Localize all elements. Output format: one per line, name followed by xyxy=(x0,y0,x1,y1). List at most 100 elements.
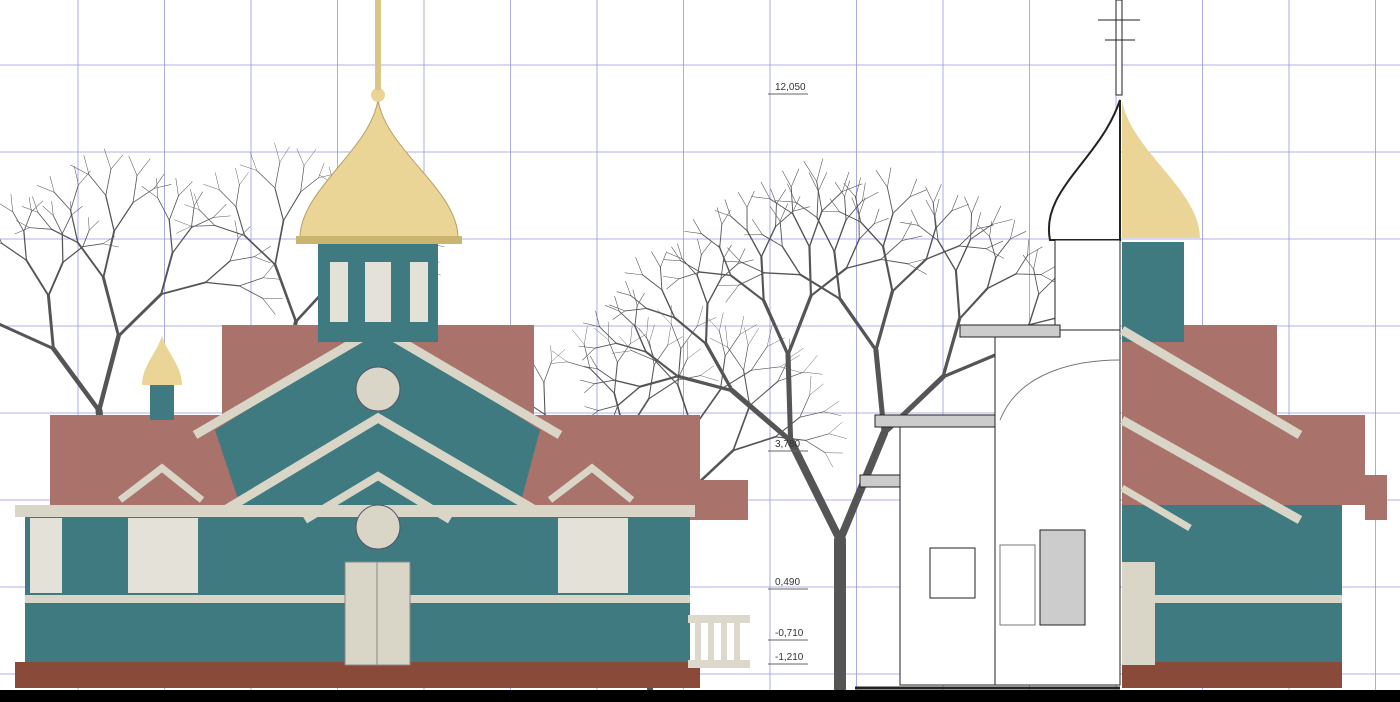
tree-branch xyxy=(649,325,655,343)
tree-branch xyxy=(862,191,879,201)
tree-branch xyxy=(551,350,568,363)
tree-branch xyxy=(624,308,648,312)
tree-branch xyxy=(88,217,90,231)
elevation-mark: -1,210 xyxy=(775,652,804,663)
spire xyxy=(375,0,381,90)
tree-branch xyxy=(543,381,546,416)
tree-branch xyxy=(543,361,552,383)
tree-branch xyxy=(61,214,72,235)
tree-branch xyxy=(901,235,923,242)
tree-branch xyxy=(88,174,107,196)
tree-branch xyxy=(710,337,728,348)
tree-branch xyxy=(625,281,632,296)
tree-branch xyxy=(750,366,781,371)
tree-branch xyxy=(823,401,840,412)
tree-branch xyxy=(991,205,1002,225)
tree-branch xyxy=(23,230,28,261)
tree-branch xyxy=(1015,273,1042,276)
tree-branch xyxy=(667,327,671,346)
tree-branch xyxy=(732,404,751,452)
tree-branch xyxy=(828,433,847,439)
tree-branch xyxy=(887,167,892,188)
tree-branch xyxy=(160,281,207,296)
tree-branch xyxy=(700,375,719,382)
drum-window-right xyxy=(410,262,428,322)
drum-window-left xyxy=(330,262,348,322)
tree-branch xyxy=(971,196,979,214)
tree-branch xyxy=(723,244,732,259)
tree-branch xyxy=(737,248,746,265)
tree-branch xyxy=(706,278,722,305)
tree-branch xyxy=(584,406,599,411)
tree-branch xyxy=(925,186,934,204)
tree-branch xyxy=(70,164,90,176)
tree-branch xyxy=(792,213,811,248)
tree-branch xyxy=(50,228,79,244)
tree-branch xyxy=(874,208,880,224)
tree-branch xyxy=(213,215,231,218)
tree-branch xyxy=(88,220,100,231)
tree-branch xyxy=(624,272,643,276)
tree-branch xyxy=(194,193,200,210)
tree-branch xyxy=(615,342,647,353)
tree-branch xyxy=(235,168,240,186)
tree-branch xyxy=(769,206,781,222)
tree-branch xyxy=(36,185,55,193)
tree-branch xyxy=(989,221,992,237)
tree-branch xyxy=(958,245,987,250)
dome-ball xyxy=(371,88,385,102)
tree-branch xyxy=(727,247,742,263)
tree-branch xyxy=(274,219,285,266)
tree-branch xyxy=(995,238,1011,259)
tree-branch xyxy=(218,189,237,207)
tree-branch xyxy=(900,221,919,226)
tree-branch xyxy=(29,227,52,230)
tree-branch xyxy=(838,297,878,352)
tree-branch xyxy=(203,184,220,190)
tree-branch xyxy=(809,383,824,396)
tree-branch xyxy=(178,181,193,197)
tree-branch xyxy=(262,263,276,279)
tree-branch xyxy=(886,186,894,214)
tree-branch xyxy=(21,206,39,213)
tree-branch xyxy=(660,251,667,268)
round-window-upper xyxy=(355,366,401,412)
tree-branch xyxy=(845,258,882,269)
tree-branch xyxy=(824,452,833,468)
round-window-lower xyxy=(355,504,401,550)
tree-branch xyxy=(594,342,617,349)
tree-branch xyxy=(660,266,663,291)
tree-branch xyxy=(991,219,1013,225)
tree-branch xyxy=(70,205,83,216)
tree-branch xyxy=(1038,278,1055,295)
tree-branch xyxy=(69,209,79,244)
tree-branch xyxy=(566,361,591,369)
tree-branch xyxy=(986,273,1017,290)
tree-branch xyxy=(697,238,702,255)
tree-branch xyxy=(273,263,298,323)
tree-branch xyxy=(262,277,282,280)
tree-branch xyxy=(842,171,850,192)
tree-branch xyxy=(262,298,283,300)
church-front-elevation xyxy=(15,0,750,688)
tree-branch xyxy=(817,172,828,192)
tree-branch xyxy=(805,433,830,441)
tree-branch xyxy=(844,196,847,221)
tree-branch xyxy=(892,196,911,214)
tree-branch xyxy=(976,212,981,230)
tree-branch xyxy=(833,250,842,301)
tree-branch xyxy=(785,352,794,444)
tree-branch xyxy=(51,201,54,216)
tree-branch xyxy=(1027,239,1029,256)
tree-branch xyxy=(101,275,121,338)
tree-branch xyxy=(724,199,731,217)
tree-branch xyxy=(779,220,783,247)
tree-branch xyxy=(572,329,585,345)
tree-branch xyxy=(117,292,163,338)
tree-branch xyxy=(190,225,216,227)
tree-branch xyxy=(1010,219,1016,240)
tree-branch xyxy=(725,326,728,348)
tree-branch xyxy=(82,243,104,248)
tree-branch xyxy=(160,252,174,296)
tree-branch xyxy=(262,298,276,315)
